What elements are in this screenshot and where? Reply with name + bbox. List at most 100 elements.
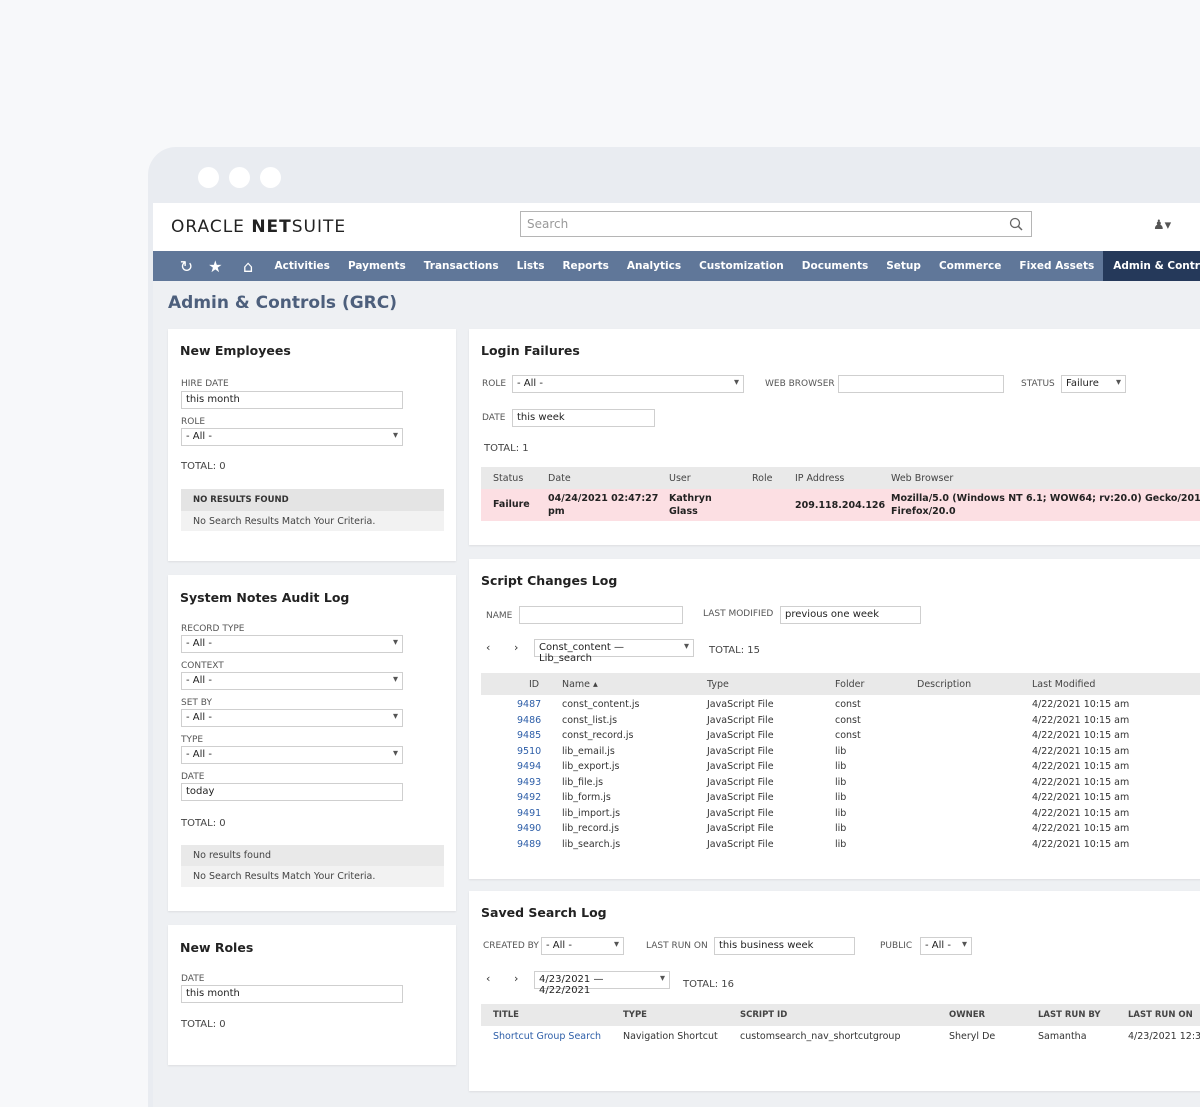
cell-id[interactable]: 9485 (517, 730, 541, 741)
total-count: TOTAL: 16 (683, 979, 734, 990)
search-icon[interactable] (1009, 217, 1023, 231)
created-by-select[interactable]: - All - (541, 937, 624, 955)
date-field[interactable]: today (181, 783, 403, 801)
nav-payments[interactable]: Payments (339, 260, 415, 272)
nav-fixed-assets[interactable]: Fixed Assets (1010, 260, 1103, 272)
web-browser-field[interactable] (838, 375, 1004, 393)
col-owner[interactable]: OWNER (949, 1010, 985, 1020)
col-role[interactable]: Role (752, 473, 772, 484)
col-name[interactable]: Name ▴ (562, 679, 598, 690)
last-modified-field[interactable]: previous one week (780, 606, 921, 624)
cell-type: JavaScript File (707, 714, 774, 726)
nav-analytics[interactable]: Analytics (618, 260, 690, 272)
cell-id[interactable]: 9486 (517, 715, 541, 726)
table-row[interactable]: 9485 const_record.js JavaScript File const 4… (481, 728, 1200, 743)
cell-date-suffix: pm (548, 506, 565, 517)
global-search-input[interactable]: Search (520, 211, 1032, 237)
nav-admin-controls[interactable]: Admin & Controls (GI (1103, 251, 1200, 281)
col-web-browser[interactable]: Web Browser (891, 473, 953, 484)
cell-name: lib_file.js (562, 776, 604, 788)
cell-id[interactable]: 9491 (517, 808, 541, 819)
prev-page-icon[interactable]: ‹ (486, 972, 490, 985)
window-dot[interactable] (229, 167, 250, 188)
cell-folder: lib (835, 776, 847, 788)
panel-title: System Notes Audit Log (180, 590, 350, 605)
recent-icon[interactable]: ↻ (177, 257, 196, 276)
col-id[interactable]: ID (529, 679, 539, 690)
table-row[interactable]: 9510 lib_email.js JavaScript File lib 4/22/2… (481, 744, 1200, 759)
role-select[interactable]: - All - (512, 375, 744, 393)
nav-lists[interactable]: Lists (508, 260, 554, 272)
cell-id[interactable]: 9489 (517, 839, 541, 850)
col-title[interactable]: TITLE (493, 1010, 519, 1020)
nav-reports[interactable]: Reports (553, 260, 617, 272)
nav-transactions[interactable]: Transactions (415, 260, 508, 272)
oracle-netsuite-logo[interactable]: ORACLE NETSUITE (171, 217, 346, 237)
table-row[interactable]: 9491 lib_import.js JavaScript File lib 4/22/… (481, 806, 1200, 821)
cell-id[interactable]: 9487 (517, 699, 541, 710)
col-ip-address[interactable]: IP Address (795, 473, 844, 484)
window-dot[interactable] (260, 167, 281, 188)
col-user[interactable]: User (669, 473, 691, 484)
next-page-icon[interactable]: › (514, 641, 518, 654)
col-description[interactable]: Description (917, 679, 971, 690)
favorites-star-icon[interactable]: ★ (206, 257, 225, 276)
col-last-run-by[interactable]: LAST RUN BY (1038, 1010, 1101, 1020)
range-select[interactable]: 4/23/2021 — 4/22/2021 (534, 971, 670, 996)
col-script-id[interactable]: SCRIPT ID (740, 1010, 787, 1020)
role-label: ROLE (482, 379, 507, 389)
nav-setup[interactable]: Setup (877, 260, 930, 272)
status-select[interactable]: Failure (1061, 375, 1126, 393)
table-header: Status Date User Role IP Address Web Bro… (481, 467, 1200, 489)
col-last-modified[interactable]: Last Modified (1032, 679, 1095, 690)
window-dot[interactable] (198, 167, 219, 188)
table-row[interactable]: 9490 lib_record.js JavaScript File lib 4/22/… (481, 821, 1200, 836)
cell-title[interactable]: Shortcut Group Search (493, 1031, 601, 1042)
table-row[interactable]: Shortcut Group Search Navigation Shortcu… (481, 1029, 1200, 1044)
nav-activities[interactable]: Activities (266, 260, 339, 272)
nav-documents[interactable]: Documents (793, 260, 877, 272)
cell-id[interactable]: 9493 (517, 777, 541, 788)
table-row[interactable]: Failure 04/24/2021 02:47:27 pm Kathryn G… (481, 489, 1200, 521)
col-folder[interactable]: Folder (835, 679, 864, 690)
table-row[interactable]: 9486 const_list.js JavaScript File const 4/2… (481, 713, 1200, 728)
role-select[interactable]: - All - (181, 428, 403, 446)
last-run-field[interactable]: this business week (714, 937, 855, 955)
table-row[interactable]: 9487 const_content.js JavaScript File const… (481, 697, 1200, 712)
user-menu-icon[interactable]: ♟▾ (1153, 218, 1171, 233)
table-row[interactable]: 9493 lib_file.js JavaScript File lib 4/22/20… (481, 775, 1200, 790)
cell-id[interactable]: 9492 (517, 792, 541, 803)
date-field[interactable]: this month (181, 985, 403, 1003)
date-field[interactable]: this week (512, 409, 655, 427)
col-type[interactable]: Type (707, 679, 729, 690)
nav-customization[interactable]: Customization (690, 260, 793, 272)
type-select[interactable]: - All - (181, 746, 403, 764)
table-row[interactable]: 9492 lib_form.js JavaScript File lib 4/22/20… (481, 790, 1200, 805)
table-row[interactable]: 9489 lib_search.js JavaScript File lib 4/22/… (481, 837, 1200, 852)
page-title: Admin & Controls (GRC) (168, 293, 398, 313)
total-count: TOTAL: 0 (181, 818, 226, 829)
col-type[interactable]: TYPE (623, 1010, 647, 1020)
no-results-header: NO RESULTS FOUND (181, 489, 444, 511)
no-results-box: No results found No Search Results Match… (181, 845, 444, 887)
next-page-icon[interactable]: › (514, 972, 518, 985)
col-last-run-on[interactable]: LAST RUN ON (1128, 1010, 1193, 1020)
public-select[interactable]: - All - (920, 937, 972, 955)
col-date[interactable]: Date (548, 473, 571, 484)
cell-id[interactable]: 9494 (517, 761, 541, 772)
prev-page-icon[interactable]: ‹ (486, 641, 490, 654)
set-by-select[interactable]: - All - (181, 709, 403, 727)
home-icon[interactable]: ⌂ (239, 257, 258, 276)
name-field[interactable] (519, 606, 683, 624)
table-row[interactable]: 9494 lib_export.js JavaScript File lib 4/22/… (481, 759, 1200, 774)
hire-date-field[interactable]: this month (181, 391, 403, 409)
context-select[interactable]: - All - (181, 672, 403, 690)
cell-name: lib_export.js (562, 761, 620, 772)
nav-commerce[interactable]: Commerce (930, 260, 1010, 272)
record-type-select[interactable]: - All - (181, 635, 403, 653)
cell-id[interactable]: 9510 (517, 746, 541, 757)
login-failures-panel: Login Failures ROLE - All - WEB BROWSER … (469, 329, 1200, 545)
col-status[interactable]: Status (493, 473, 523, 484)
range-select[interactable]: Const_content — Lib_search (534, 639, 694, 664)
cell-id[interactable]: 9490 (517, 823, 541, 834)
